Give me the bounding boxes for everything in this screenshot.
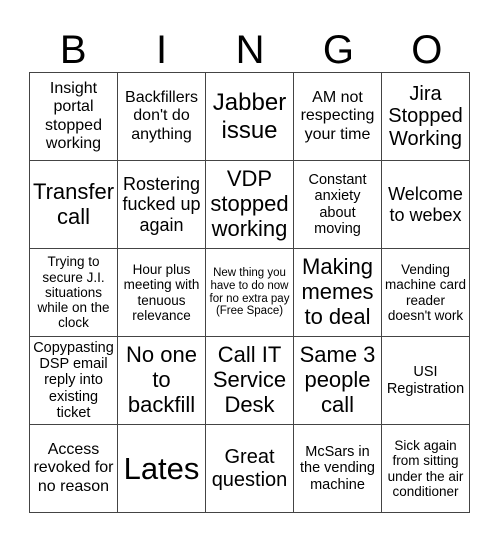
bingo-cell[interactable]: Same 3 people call bbox=[294, 337, 382, 425]
bingo-cell[interactable]: AM not respecting your time bbox=[294, 73, 382, 161]
bingo-cell[interactable]: Backfillers don't do anything bbox=[118, 73, 206, 161]
bingo-cell[interactable]: Lates bbox=[118, 425, 206, 513]
bingo-header: B I N G O bbox=[29, 28, 471, 72]
bingo-cell[interactable]: Access revoked for no reason bbox=[30, 425, 118, 513]
bingo-cell[interactable]: Transfer call bbox=[30, 161, 118, 249]
bingo-cell[interactable]: Constant anxiety about moving bbox=[294, 161, 382, 249]
bingo-cell[interactable]: Rostering fucked up again bbox=[118, 161, 206, 249]
bingo-cell[interactable]: Hour plus meeting with tenuous relevance bbox=[118, 249, 206, 337]
bingo-cell[interactable]: Call IT Service Desk bbox=[206, 337, 294, 425]
bingo-cell[interactable]: Vending machine card reader doesn't work bbox=[382, 249, 470, 337]
header-letter-n: N bbox=[235, 28, 265, 72]
bingo-grid: Insight portal stopped working Backfille… bbox=[29, 72, 470, 513]
bingo-cell[interactable]: Jira Stopped Working bbox=[382, 73, 470, 161]
header-letter-o: O bbox=[411, 28, 443, 72]
bingo-cell-free-space[interactable]: New thing you have to do now for no extr… bbox=[206, 249, 294, 337]
bingo-cell[interactable]: USI Registration bbox=[382, 337, 470, 425]
bingo-cell[interactable]: Jabber issue bbox=[206, 73, 294, 161]
bingo-cell[interactable]: Great question bbox=[206, 425, 294, 513]
bingo-cell[interactable]: No one to backfill bbox=[118, 337, 206, 425]
bingo-cell[interactable]: VDP stopped working bbox=[206, 161, 294, 249]
bingo-cell[interactable]: McSars in the vending machine bbox=[294, 425, 382, 513]
bingo-cell[interactable]: Sick again from sitting under the air co… bbox=[382, 425, 470, 513]
bingo-cell[interactable]: Copypasting DSP email reply into existin… bbox=[30, 337, 118, 425]
header-letter-i: I bbox=[156, 28, 168, 72]
header-letter-b: B bbox=[59, 28, 87, 72]
header-letter-g: G bbox=[322, 28, 354, 72]
bingo-cell[interactable]: Welcome to webex bbox=[382, 161, 470, 249]
bingo-cell[interactable]: Insight portal stopped working bbox=[30, 73, 118, 161]
bingo-cell[interactable]: Making memes to deal bbox=[294, 249, 382, 337]
bingo-cell[interactable]: Trying to secure J.I. situations while o… bbox=[30, 249, 118, 337]
